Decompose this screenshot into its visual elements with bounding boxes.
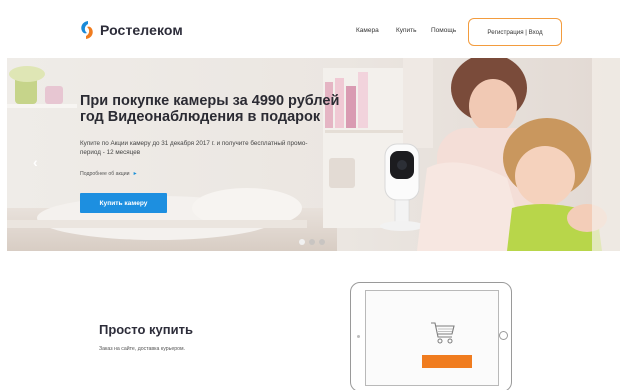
buy-camera-button[interactable]: Купить камеру [80, 193, 167, 213]
tablet-illustration [350, 282, 512, 390]
logo[interactable]: Ростелеком [79, 20, 183, 40]
register-login-label: Регистрация | Вход [487, 28, 543, 36]
slider-dot[interactable] [299, 239, 305, 245]
slider-dots [299, 239, 325, 245]
nav-camera[interactable]: Камера [356, 27, 379, 34]
nav-buy[interactable]: Купить [396, 27, 417, 34]
buy-camera-label: Купить камеру [99, 199, 148, 207]
orange-button-placeholder [422, 355, 472, 368]
shopping-cart-icon [431, 322, 455, 344]
site-header: Ростелеком Камера Купить Помощь Регистра… [0, 0, 623, 58]
tablet-home-button [499, 331, 508, 340]
tablet-screen [365, 290, 499, 386]
section-title: Просто купить [99, 322, 193, 337]
arrow-right-icon: ▸ [133, 171, 137, 177]
logo-text: Ростелеком [100, 22, 183, 38]
hero-title: При покупке камеры за 4990 рублей год Ви… [80, 93, 370, 125]
hero-title-line-1: При покупке камеры за 4990 рублей [80, 93, 340, 109]
rostelecom-logo-icon [81, 21, 93, 39]
hero-title-line-2: год Видеонаблюдения в подарок [80, 109, 321, 125]
slider-dot[interactable] [309, 239, 315, 245]
register-login-button[interactable]: Регистрация | Вход [468, 18, 562, 46]
hero-subtitle: Купите по Акции камеру до 31 декабря 201… [80, 140, 308, 156]
section-subtitle: Заказ на сайте, доставка курьером. [99, 346, 185, 352]
slider-dot[interactable] [319, 239, 325, 245]
hero-more-label: Подробнее об акции [80, 170, 130, 177]
tablet-camera-dot [357, 335, 360, 338]
hero-more-link[interactable]: Подробнее об акции ▸ [80, 170, 137, 178]
hero-prev-arrow[interactable]: ‹ [33, 154, 38, 170]
nav-help[interactable]: Помощь [431, 27, 456, 34]
